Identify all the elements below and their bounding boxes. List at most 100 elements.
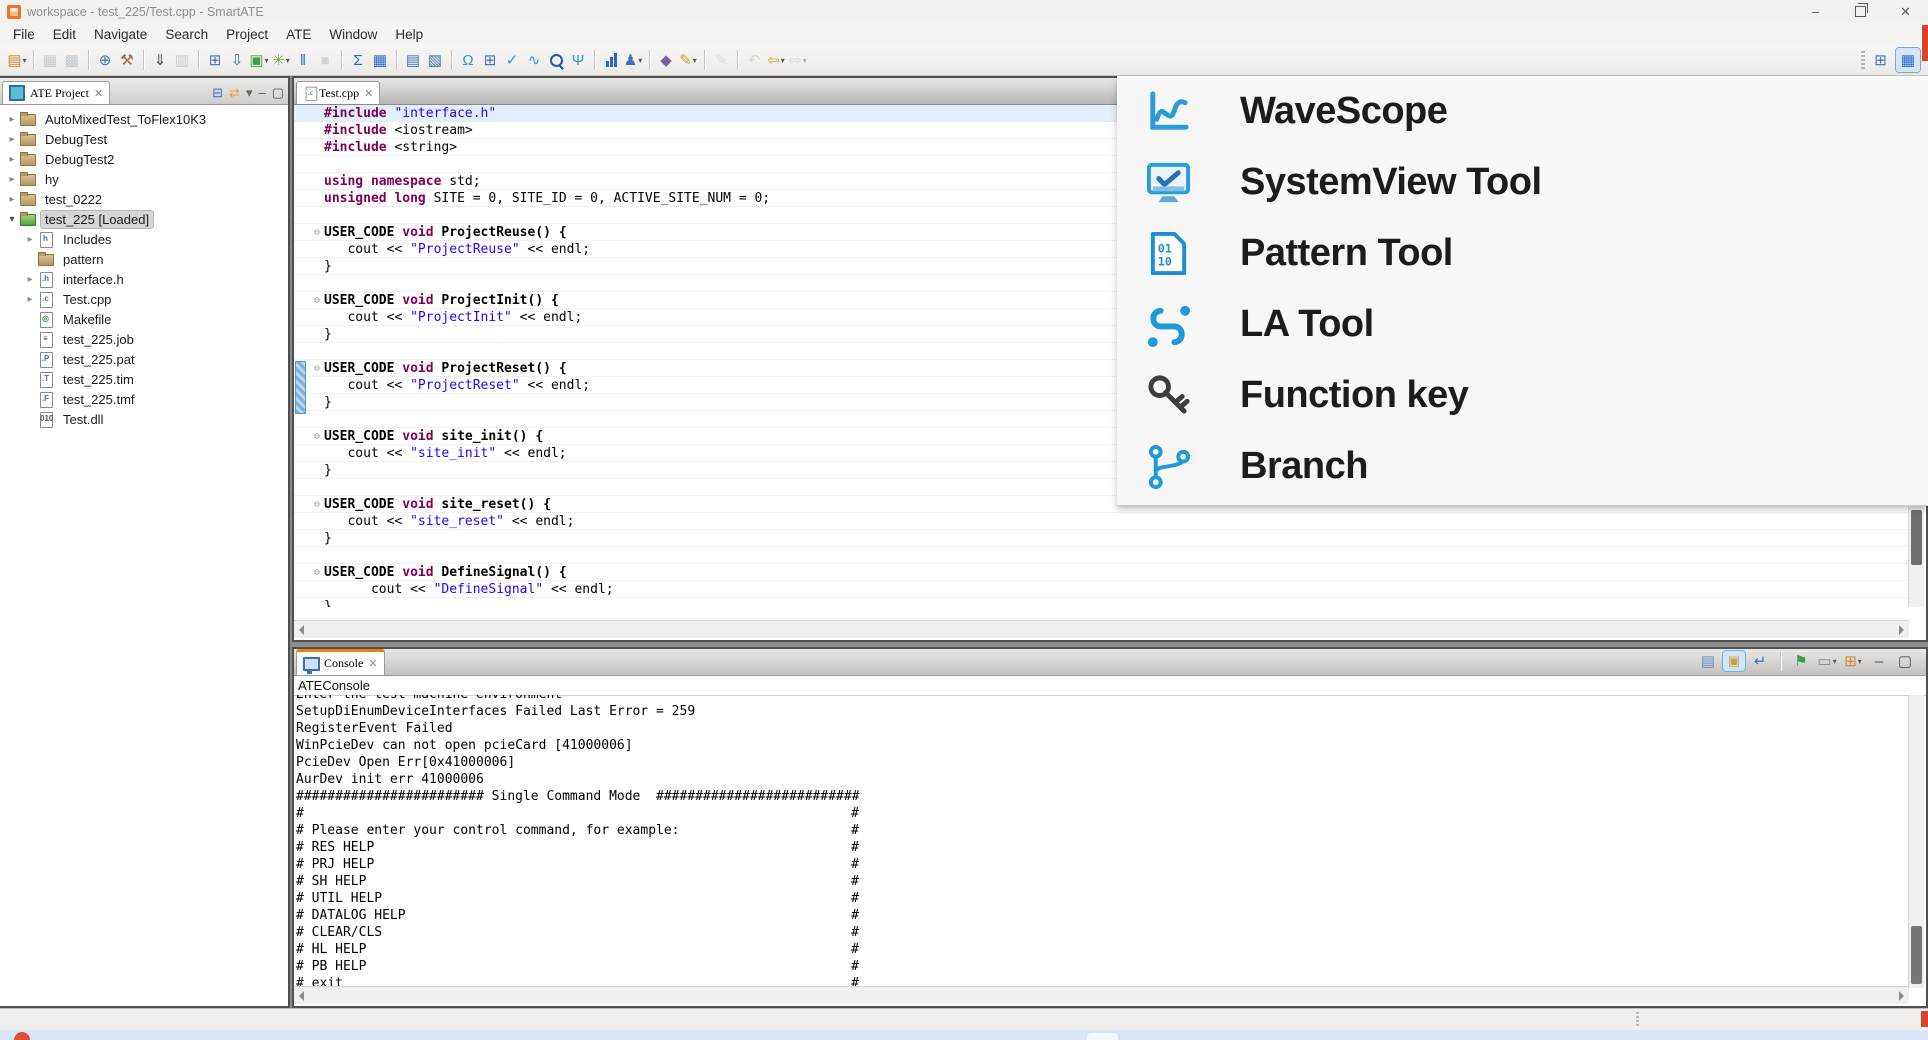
scroll-right-icon[interactable] (1899, 991, 1904, 1001)
menu-ate[interactable]: ATE (277, 25, 320, 44)
pattern-tool-icon[interactable]: ⊞ (480, 49, 500, 71)
display-console-icon[interactable]: ▭▾ (1817, 650, 1837, 672)
tool-menu-item-latool[interactable]: LA Tool (1117, 289, 1928, 360)
last-edit-icon[interactable]: ↶ (744, 49, 764, 71)
close-icon[interactable]: ✕ (364, 87, 373, 100)
scroll-left-icon[interactable] (299, 991, 304, 1001)
tab-test-cpp[interactable]: .c Test.cpp ✕ (296, 81, 380, 104)
tab-console[interactable]: Console ✕ (296, 649, 385, 675)
tree-item[interactable]: ▸DebugTest2 (0, 149, 288, 169)
menu-file[interactable]: File (4, 25, 44, 44)
minimize-view-icon[interactable]: – (258, 86, 265, 100)
restore-window-button[interactable] (1838, 0, 1883, 23)
terminal-icon[interactable]: ⊞ (205, 49, 225, 71)
annotate-icon[interactable]: ✎ (711, 49, 731, 71)
code-line[interactable]: ⊖USER_CODE void DefineSignal() { (294, 564, 1909, 581)
build-settings-icon[interactable]: ⚒ (117, 49, 137, 71)
minimize-window-button[interactable]: – (1793, 0, 1838, 23)
minimize-console-icon[interactable]: – (1869, 650, 1889, 672)
expand-arrow-icon[interactable]: ▸ (22, 294, 38, 305)
tree-item[interactable]: ◎Makefile (0, 309, 288, 329)
console-vscrollbar[interactable] (1908, 695, 1924, 988)
export-doc-icon[interactable]: ▧ (425, 49, 445, 71)
fold-marker-icon[interactable]: ⊖ (294, 292, 324, 308)
expand-arrow-icon[interactable]: ▸ (4, 114, 20, 125)
tree-item[interactable]: .Ttest_225.tim (0, 369, 288, 389)
taskbar-button[interactable] (1087, 1033, 1118, 1040)
range-indicator-marker[interactable] (295, 361, 306, 414)
back-icon[interactable]: ⇦▾ (766, 49, 786, 71)
code-line[interactable]: cout << "site_reset" << endl; (294, 513, 1909, 530)
collapse-all-icon[interactable]: ⊟ (212, 86, 223, 100)
code-line[interactable]: cout << "DefineSignal" << endl; (294, 581, 1909, 598)
tool-menu-item-systemview[interactable]: SystemView Tool (1117, 147, 1928, 218)
toolbar-grip[interactable] (1861, 51, 1865, 69)
scroll-left-icon[interactable] (299, 625, 304, 635)
search-icon[interactable] (546, 49, 566, 71)
tree-item[interactable]: ▸hIncludes (0, 229, 288, 249)
code-line[interactable]: } (294, 530, 1909, 547)
build-variable-icon[interactable]: ⊕ (95, 49, 115, 71)
branch-icon[interactable]: Ψ (568, 49, 588, 71)
menu-navigate[interactable]: Navigate (85, 25, 156, 44)
maximize-console-icon[interactable]: ▢ (1895, 650, 1915, 672)
download-icon[interactable]: ⇓ (150, 49, 170, 71)
fold-marker-icon[interactable]: ⊖ (294, 428, 324, 444)
sum-icon[interactable]: Σ (348, 49, 368, 71)
pause-icon[interactable]: ‖ (293, 49, 313, 71)
editor-vscroll-thumb[interactable] (1911, 510, 1922, 565)
menu-search[interactable]: Search (156, 25, 217, 44)
tree-item[interactable]: ▸.hinterface.h (0, 269, 288, 289)
menu-help[interactable]: Help (386, 25, 432, 44)
tree-item[interactable]: ▸.cTest.cpp (0, 289, 288, 309)
code-line[interactable] (294, 547, 1909, 564)
load-program-icon[interactable]: ⇩ (227, 49, 247, 71)
tab-ate-project[interactable]: ATE Project ✕ (2, 81, 110, 104)
expand-arrow-icon[interactable]: ▸ (4, 194, 20, 205)
save-all-icon[interactable]: ▩ (62, 49, 82, 71)
close-icon[interactable]: ✕ (94, 87, 103, 100)
console-vscroll-thumb[interactable] (1911, 926, 1922, 984)
tree-item[interactable]: .Ptest_225.pat (0, 349, 288, 369)
device-icon[interactable]: ▣▾ (249, 49, 269, 71)
save-icon[interactable]: ▦ (40, 49, 60, 71)
clear-console-icon[interactable]: ▤ (1698, 650, 1718, 672)
expand-arrow-icon[interactable]: ▸ (4, 134, 20, 145)
la-tool-icon[interactable]: Ω (458, 49, 478, 71)
tree-item[interactable]: ▸test_0222 (0, 189, 288, 209)
maximize-view-icon[interactable]: ▢ (272, 86, 284, 100)
new-wizard-icon[interactable]: ▤▾ (7, 49, 27, 71)
tool-menu-item-pattern[interactable]: 0110Pattern Tool (1117, 218, 1928, 289)
checker-view-icon[interactable]: ▦ (370, 49, 390, 71)
tool-menu-item-funckey[interactable]: Function key (1117, 360, 1928, 431)
menu-edit[interactable]: Edit (44, 25, 85, 44)
tree-item[interactable]: ▾test_225 [Loaded] (0, 209, 288, 229)
stop-icon[interactable]: ■ (315, 49, 335, 71)
edit-pencil-icon[interactable]: ✎▾ (678, 49, 698, 71)
tool-menu-item-branch[interactable]: Branch (1117, 431, 1928, 502)
delete-icon[interactable]: ▥ (172, 49, 192, 71)
tree-item[interactable]: pattern (0, 249, 288, 269)
package-icon[interactable]: ◆ (656, 49, 676, 71)
close-icon[interactable]: ✕ (368, 657, 377, 670)
bar-chart-icon[interactable] (601, 49, 621, 71)
fold-marker-icon[interactable]: ⊖ (294, 224, 324, 240)
editor-hscrollbar[interactable] (294, 620, 1909, 638)
tree-item[interactable]: ▸DebugTest (0, 129, 288, 149)
console-hscrollbar[interactable] (294, 986, 1909, 1004)
close-window-button[interactable]: ✕ (1883, 0, 1928, 23)
ate-perspective-button[interactable]: ▦ (1896, 48, 1920, 72)
expand-arrow-icon[interactable]: ▾ (4, 214, 20, 225)
expand-arrow-icon[interactable]: ▸ (4, 174, 20, 185)
tree-item[interactable]: ≡test_225.job (0, 329, 288, 349)
expand-arrow-icon[interactable]: ▸ (4, 154, 20, 165)
link-with-editor-icon[interactable]: ⇄ (229, 86, 240, 100)
pin-console-icon[interactable]: ⚑ (1791, 650, 1811, 672)
menu-project[interactable]: Project (217, 25, 277, 44)
fold-marker-icon[interactable]: ⊖ (294, 564, 324, 580)
report-doc-icon[interactable]: ▤ (403, 49, 423, 71)
menu-window[interactable]: Window (320, 25, 386, 44)
code-line[interactable]: } (294, 598, 1909, 607)
tree-item[interactable]: ▸hy (0, 169, 288, 189)
scroll-right-icon[interactable] (1899, 625, 1904, 635)
